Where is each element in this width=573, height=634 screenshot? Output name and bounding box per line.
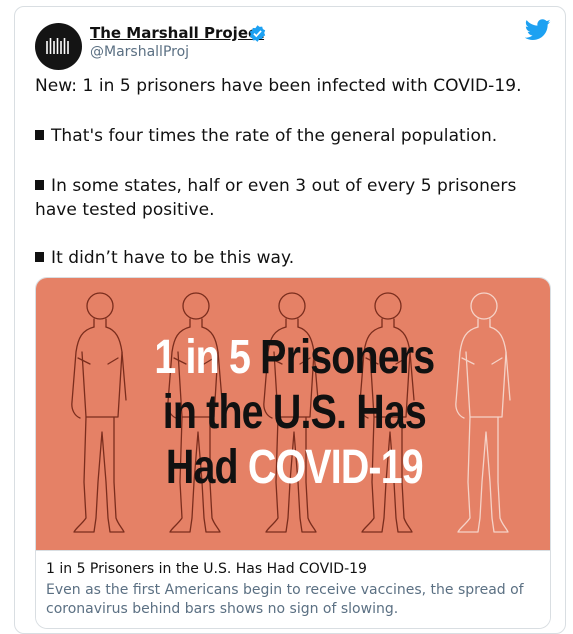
bullet-square-icon: [35, 130, 44, 140]
verified-badge-icon: [249, 25, 266, 42]
headline-line1-highlight: 1 in 5: [154, 331, 251, 384]
card-meta[interactable]: 1 in 5 Prisoners in the U.S. Has Had COV…: [36, 550, 550, 628]
twitter-bird-icon[interactable]: [525, 19, 551, 41]
headline-line2: in the U.S. Has: [162, 386, 427, 439]
marshall-project-logo-icon[interactable]: [35, 23, 82, 70]
card-title[interactable]: 1 in 5 Prisoners in the U.S. Has Had COV…: [46, 559, 542, 579]
card-image-headline: 1 in 5 Prisoners in the U.S. Has Had COV…: [83, 330, 506, 495]
tweet-paragraph-text: In some states, half or even 3 out of ev…: [35, 176, 517, 220]
headline-line1-rest: Prisoners: [260, 331, 435, 384]
tweet-paragraph: In some states, half or even 3 out of ev…: [35, 174, 555, 222]
author-display-name[interactable]: The Marshall Project: [90, 24, 264, 42]
headline-line3-start: Had: [165, 441, 239, 494]
tweet-paragraph: New: 1 in 5 prisoners have been infected…: [35, 76, 522, 96]
headline-line3-highlight: COVID-19: [247, 441, 424, 494]
card-image[interactable]: 1 in 5 Prisoners in the U.S. Has Had COV…: [36, 278, 550, 550]
tweet-paragraph-text: That's four times the rate of the genera…: [51, 126, 498, 146]
bullet-square-icon: [35, 252, 44, 262]
tweet-text: New: 1 in 5 prisoners have been infected…: [35, 74, 555, 270]
tweet-paragraph: It didn’t have to be this way.: [35, 246, 555, 270]
author-handle[interactable]: @MarshallProj: [90, 44, 189, 60]
tweet-paragraph: That's four times the rate of the genera…: [35, 124, 555, 148]
tweet-paragraph-text: It didn’t have to be this way.: [51, 248, 295, 268]
card-description: Even as the first Americans begin to rec…: [46, 582, 524, 617]
link-preview-card[interactable]: 1 in 5 Prisoners in the U.S. Has Had COV…: [35, 277, 551, 629]
bullet-square-icon: [35, 180, 44, 190]
tweet-card: The Marshall Project @MarshallProj New: …: [14, 6, 566, 634]
